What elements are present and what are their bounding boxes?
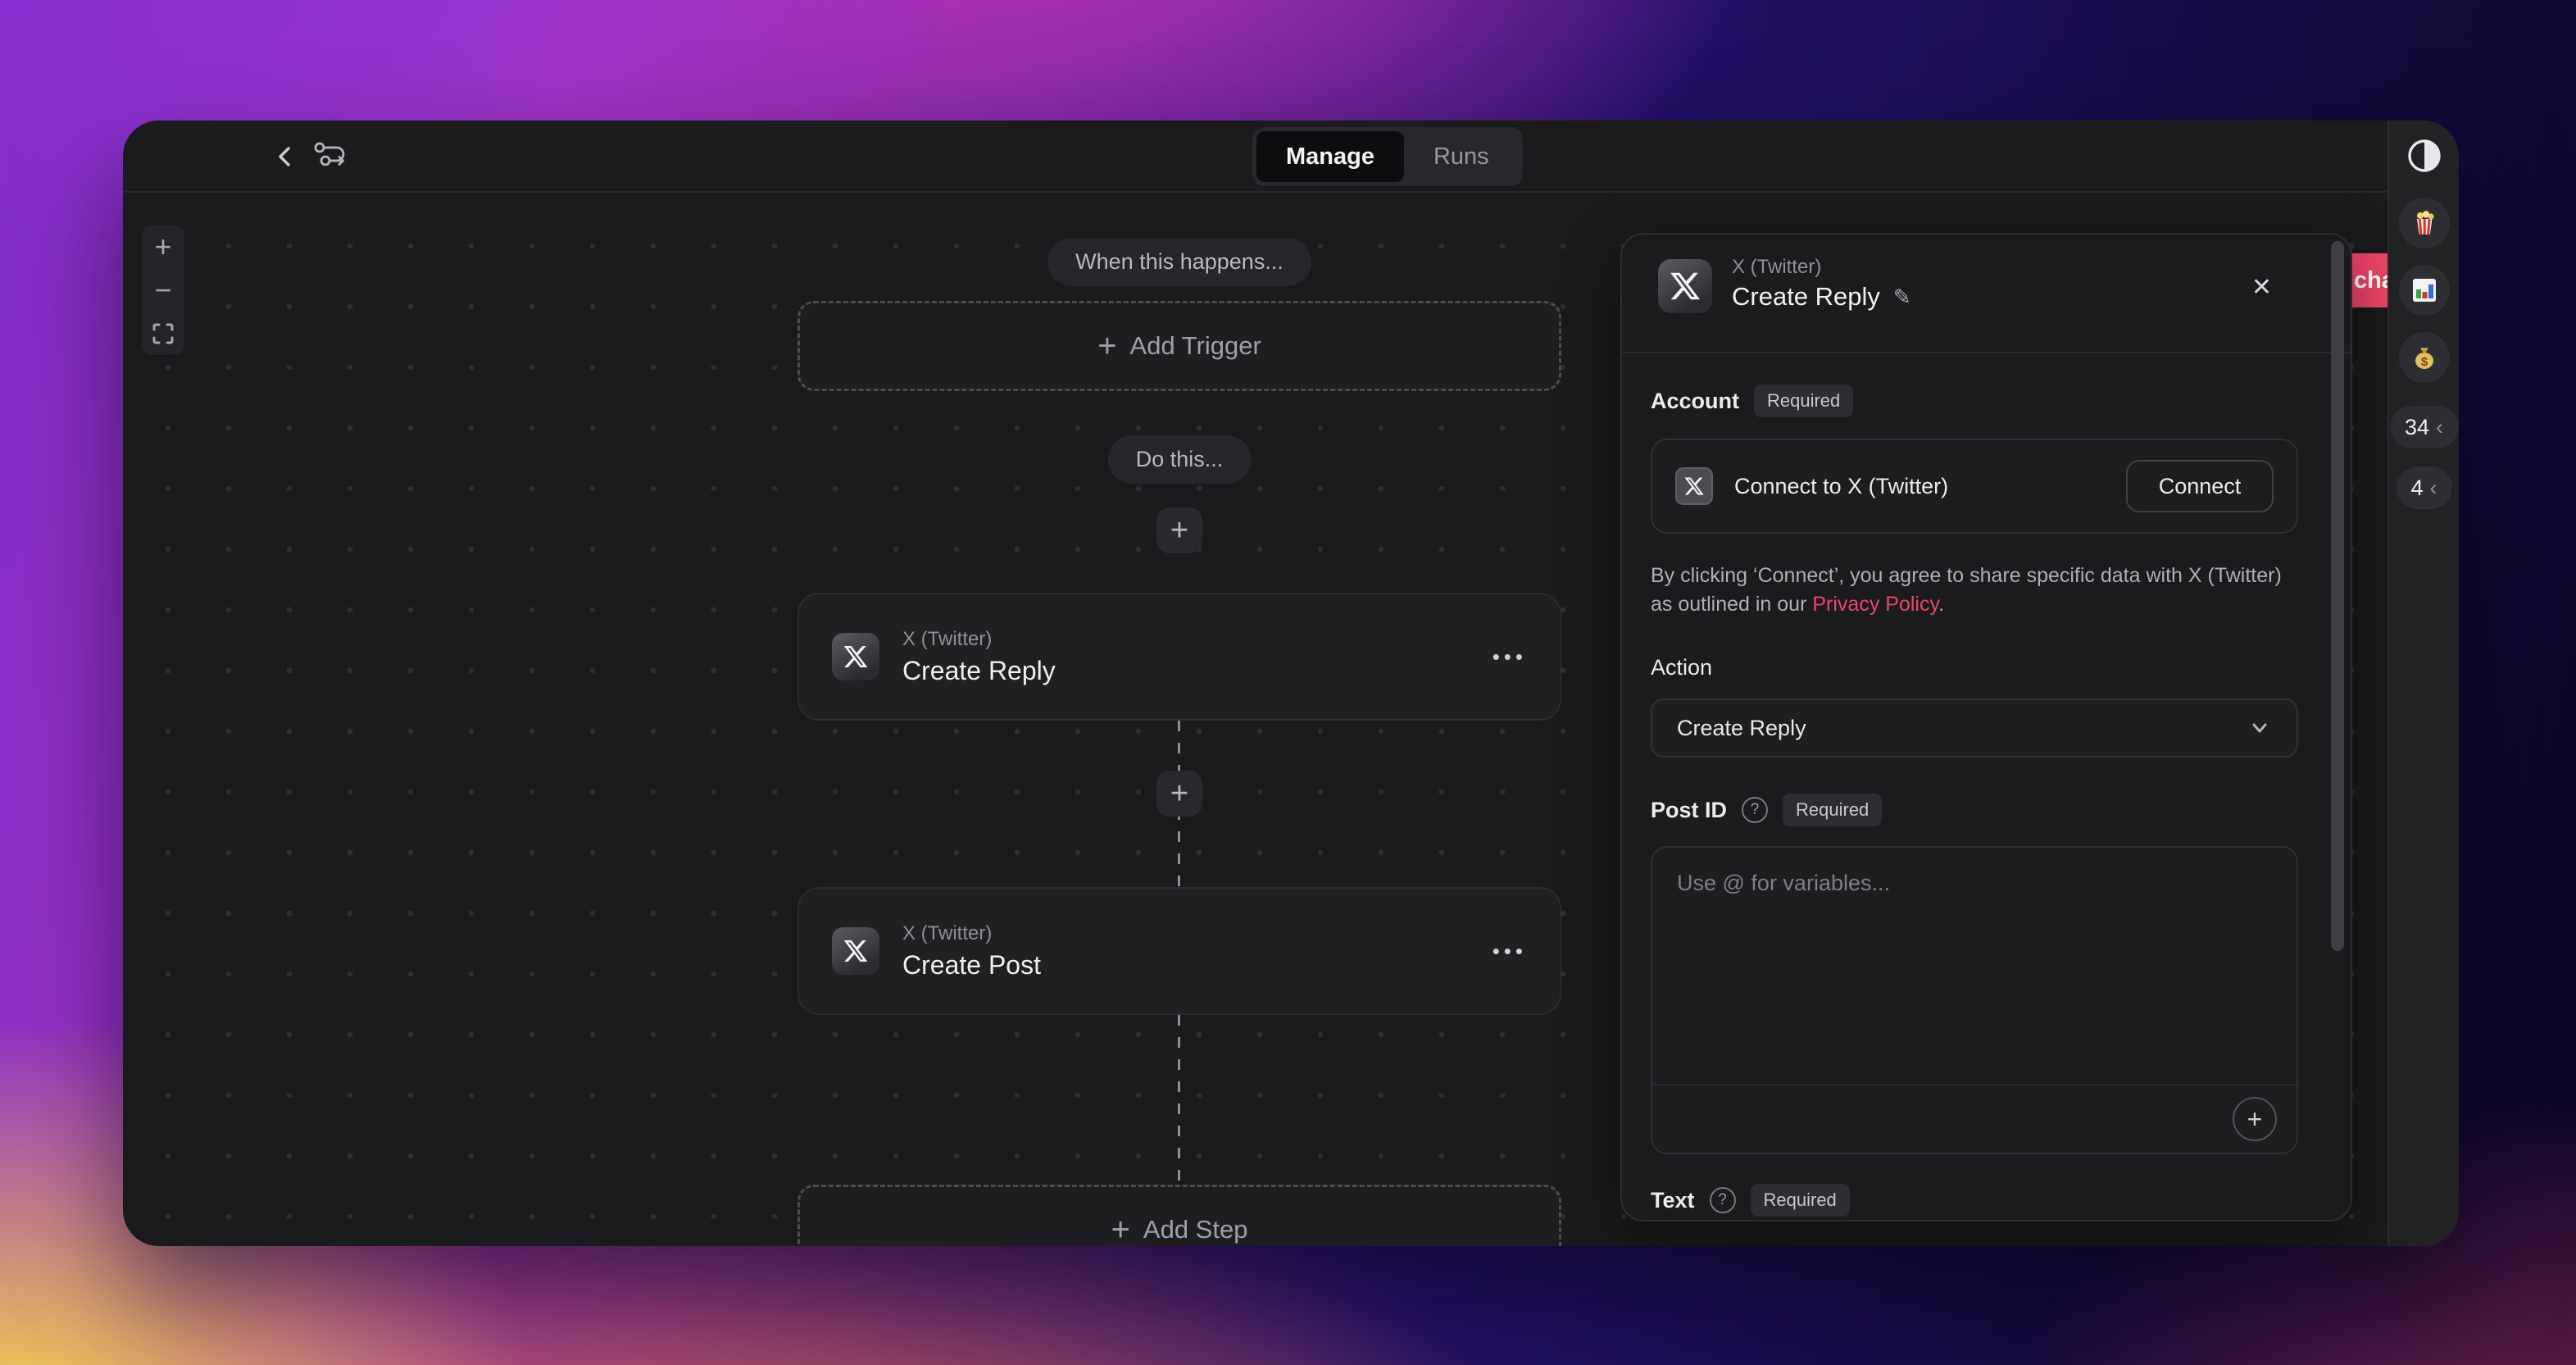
required-badge: Required [1750, 1184, 1850, 1217]
add-step-button[interactable]: + Add Step [797, 1185, 1561, 1246]
connector-line [1178, 1015, 1180, 1185]
x-twitter-icon [832, 927, 879, 975]
panel-title: Create Reply [1732, 282, 1880, 311]
when-this-happens-pill: When this happens... [1047, 238, 1311, 286]
rail-counter-badge[interactable]: 34 ‹ [2389, 406, 2459, 448]
panel-app-name: X (Twitter) [1732, 256, 1822, 278]
panel-scrollbar[interactable] [2331, 241, 2344, 951]
zoom-in-button[interactable]: + [142, 225, 184, 269]
privacy-policy-link[interactable]: Privacy Policy [1812, 593, 1938, 616]
side-rail: $ 34 ‹ 4 ‹ [2387, 121, 2459, 1246]
badge-count: 34 [2404, 414, 2430, 439]
money-bag-icon[interactable]: $ [2398, 332, 2450, 383]
x-twitter-icon [1675, 467, 1713, 505]
card-menu-button[interactable]: ••• [1492, 939, 1527, 964]
post-id-field-row: Post ID ? Required [1651, 794, 2298, 826]
bar-chart-icon[interactable] [2398, 265, 2450, 316]
help-icon[interactable]: ? [1742, 797, 1769, 823]
insert-step-button[interactable]: + [1156, 771, 1202, 817]
x-twitter-icon [832, 633, 879, 680]
fit-view-button[interactable] [142, 312, 184, 355]
add-trigger-label: Add Trigger [1129, 331, 1261, 360]
do-this-pill: Do this... [1107, 435, 1252, 484]
disclaimer-text: By clicking ‘Connect’, you agree to shar… [1651, 564, 2282, 616]
card-menu-button[interactable]: ••• [1492, 644, 1527, 670]
workflow-icon [311, 139, 349, 175]
top-bar: Manage Runs [123, 121, 2387, 193]
connect-button[interactable]: Connect [2126, 460, 2274, 512]
text-label: Text [1651, 1187, 1695, 1213]
back-button[interactable] [267, 139, 303, 175]
post-id-input[interactable] [1652, 848, 2297, 1084]
fit-view-icon [151, 321, 175, 346]
connect-disclaimer: By clicking ‘Connect’, you agree to shar… [1651, 562, 2298, 619]
required-badge: Required [1754, 384, 1854, 417]
contrast-toggle-icon[interactable] [2406, 137, 2443, 175]
x-twitter-icon [1658, 259, 1712, 313]
help-icon[interactable]: ? [1709, 1187, 1736, 1213]
add-trigger-button[interactable]: + Add Trigger [797, 301, 1561, 391]
add-step-label: Add Step [1143, 1215, 1248, 1244]
app-window: + − When this happens... + Add Trigger D… [123, 121, 2459, 1246]
panel-header: X (Twitter) Create Reply ✎ ✕ [1622, 234, 2351, 353]
action-select[interactable]: Create Reply [1651, 698, 2298, 758]
required-badge: Required [1783, 794, 1883, 826]
view-tabs: Manage Runs [1252, 127, 1523, 186]
rail-counter-badge[interactable]: 4 ‹ [2396, 466, 2452, 509]
tab-runs[interactable]: Runs [1404, 131, 1519, 182]
account-label: Account [1651, 388, 1739, 413]
card-app-name: X (Twitter) [902, 627, 993, 650]
chevron-down-icon [2247, 716, 2272, 740]
canvas-zoom-controls: + − [142, 225, 184, 355]
post-id-label: Post ID [1651, 797, 1728, 822]
action-label: Action [1651, 655, 1713, 680]
zoom-out-button[interactable]: − [142, 269, 184, 312]
connect-account-box: Connect to X (Twitter) Connect [1651, 439, 2298, 534]
post-id-input-wrap: + [1651, 846, 2298, 1154]
text-field-row: Text ? Required [1651, 1184, 2298, 1217]
post-id-input-footer: + [1652, 1084, 2297, 1153]
step-card-create-post[interactable]: X (Twitter) Create Post ••• [797, 887, 1561, 1015]
disclaimer-period: . [1938, 593, 1945, 616]
step-card-create-reply[interactable]: X (Twitter) Create Reply ••• [797, 593, 1561, 721]
insert-variable-button[interactable]: + [2233, 1097, 2277, 1141]
step-config-panel: X (Twitter) Create Reply ✎ ✕ Account Req… [1620, 233, 2352, 1222]
close-panel-button[interactable]: ✕ [2251, 275, 2272, 300]
card-app-name: X (Twitter) [902, 921, 993, 944]
action-selected-value: Create Reply [1677, 715, 1806, 740]
popcorn-icon[interactable] [2398, 198, 2450, 248]
edit-title-icon[interactable]: ✎ [1893, 284, 1911, 310]
account-field-row: Account Required [1651, 384, 2298, 417]
badge-count: 4 [2410, 475, 2424, 500]
connect-prompt: Connect to X (Twitter) [1734, 473, 1949, 498]
chevron-left-icon [272, 143, 298, 170]
card-action-name: Create Reply [902, 655, 1056, 685]
svg-text:$: $ [2420, 355, 2428, 369]
add-action-button[interactable]: + [1156, 507, 1202, 553]
tab-manage[interactable]: Manage [1256, 131, 1404, 182]
card-action-name: Create Post [902, 949, 1041, 980]
chevron-left-icon: ‹ [2436, 414, 2444, 439]
chevron-left-icon: ‹ [2429, 475, 2437, 500]
